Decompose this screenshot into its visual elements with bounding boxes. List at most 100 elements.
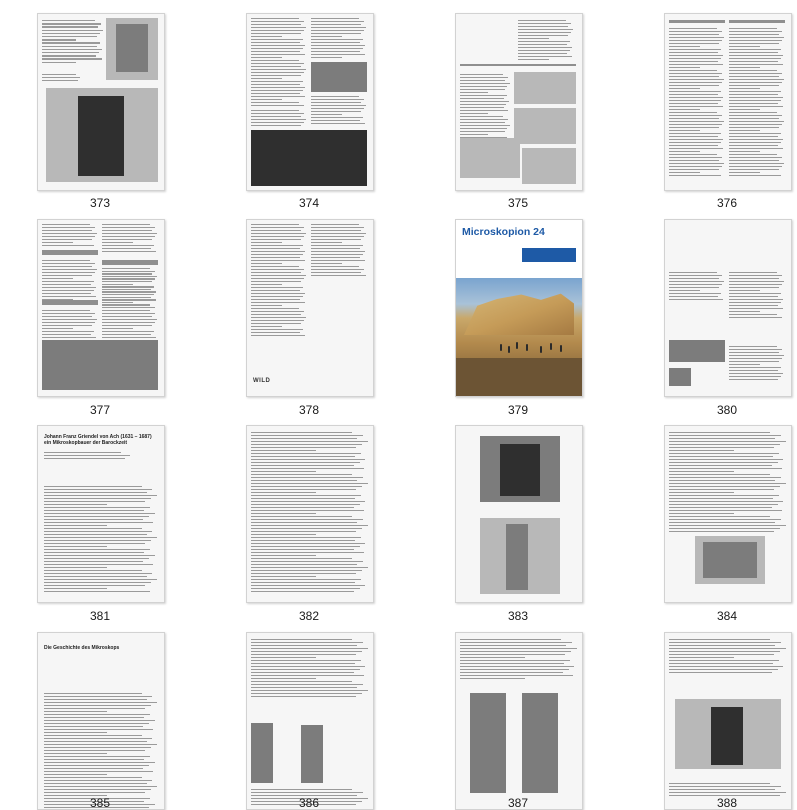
- text-line: [251, 18, 300, 20]
- text-line: [729, 296, 779, 298]
- text-line: [729, 175, 782, 177]
- text-line: [44, 576, 147, 578]
- text-line: [44, 495, 157, 497]
- page-number-label: 385: [89, 796, 111, 810]
- text-line: [669, 666, 784, 668]
- page-thumbnail[interactable]: [664, 13, 792, 191]
- page-thumbnail[interactable]: [455, 13, 583, 191]
- text-line: [102, 331, 155, 333]
- page-thumbnail[interactable]: [664, 632, 792, 810]
- text-line: [251, 528, 362, 530]
- text-line: [460, 77, 508, 79]
- cover-title: Microskopion 24: [462, 226, 545, 238]
- page-thumbnail[interactable]: Johann Franz Griendel von Ach (1631 – 16…: [37, 425, 165, 603]
- page-number-label: 387: [507, 796, 529, 810]
- page-thumbnail[interactable]: [246, 425, 374, 603]
- text-line: [460, 119, 508, 121]
- text-line: [251, 459, 366, 461]
- page-thumbnail[interactable]: [37, 219, 165, 397]
- text-line: [251, 99, 282, 101]
- text-line: [311, 227, 365, 229]
- page-thumbnail[interactable]: Microskopion 24: [455, 219, 583, 397]
- text-line: [251, 329, 304, 331]
- text-line: [669, 157, 723, 159]
- text-line: [729, 121, 785, 123]
- text-line: [729, 349, 783, 351]
- text-line: [311, 233, 367, 235]
- page-thumbnail[interactable]: [455, 632, 583, 810]
- text-line: [102, 304, 151, 306]
- text-line: [669, 73, 723, 75]
- text-line: [669, 70, 718, 72]
- text-line: [729, 139, 784, 141]
- text-line: [729, 317, 783, 319]
- text-line: [44, 452, 122, 454]
- text-line: [102, 291, 157, 293]
- text-line: [669, 175, 722, 177]
- text-line: [102, 281, 152, 283]
- thumbnail-grid: 373 374 375 376 377 WILD 378 Microskopion 24 379…: [0, 0, 797, 810]
- page-thumbnail[interactable]: [455, 425, 583, 603]
- text-line: [251, 480, 358, 482]
- text-line: [669, 43, 719, 45]
- page-thumbnail[interactable]: [246, 13, 374, 191]
- text-line: [669, 435, 782, 437]
- text-line: [42, 322, 95, 324]
- text-line: [460, 80, 505, 82]
- text-line: [669, 139, 724, 141]
- text-line: [311, 99, 365, 101]
- text-line: [669, 453, 779, 455]
- text-line: [729, 85, 779, 87]
- page-thumbnail[interactable]: WILD: [246, 219, 374, 397]
- text-line: [460, 83, 510, 85]
- person-figure: [508, 346, 510, 353]
- page-thumbnail[interactable]: [246, 632, 374, 810]
- text-line: [460, 666, 575, 668]
- text-line: [251, 495, 361, 497]
- text-line: [729, 364, 760, 366]
- text-line: [729, 314, 778, 316]
- page-thumbnail[interactable]: [664, 425, 792, 603]
- text-line: [729, 49, 782, 51]
- text-line: [42, 224, 91, 226]
- page-number-label: 382: [298, 609, 320, 623]
- text-line: [311, 105, 367, 107]
- text-line: [102, 270, 156, 272]
- text-line: [311, 114, 342, 116]
- text-line: [669, 287, 719, 289]
- page-number-label: 380: [716, 403, 738, 417]
- text-line: [44, 579, 157, 581]
- text-line: [42, 236, 95, 238]
- text-line: [460, 134, 488, 136]
- text-line: [102, 268, 151, 270]
- page-thumbnail[interactable]: [664, 219, 792, 397]
- text-line: [669, 468, 783, 470]
- text-line: [251, 299, 300, 301]
- text-line: [251, 335, 306, 337]
- text-line: [251, 450, 316, 452]
- text-line: [460, 669, 569, 671]
- text-line: [669, 278, 720, 280]
- text-line: [102, 230, 153, 232]
- text-line: [44, 573, 153, 575]
- text-line: [44, 729, 154, 731]
- text-line: [251, 93, 300, 95]
- page-thumbnail[interactable]: Die Geschichte des Mikroskops: [37, 632, 165, 810]
- text-line: [669, 531, 775, 533]
- text-line: [669, 82, 722, 84]
- page-thumbnail[interactable]: [37, 13, 165, 191]
- text-line: [42, 29, 104, 31]
- text-line: [42, 313, 96, 315]
- text-line: [42, 337, 97, 339]
- text-line: [42, 310, 91, 312]
- text-line: [44, 753, 107, 755]
- text-line: [251, 675, 365, 677]
- text-line: [251, 242, 282, 244]
- page-number-label: 375: [507, 196, 529, 210]
- text-line: [669, 172, 700, 174]
- text-line: [42, 290, 94, 292]
- text-line: [311, 123, 366, 125]
- text-line: [729, 67, 760, 69]
- text-line: [251, 540, 355, 542]
- text-line: [251, 116, 302, 118]
